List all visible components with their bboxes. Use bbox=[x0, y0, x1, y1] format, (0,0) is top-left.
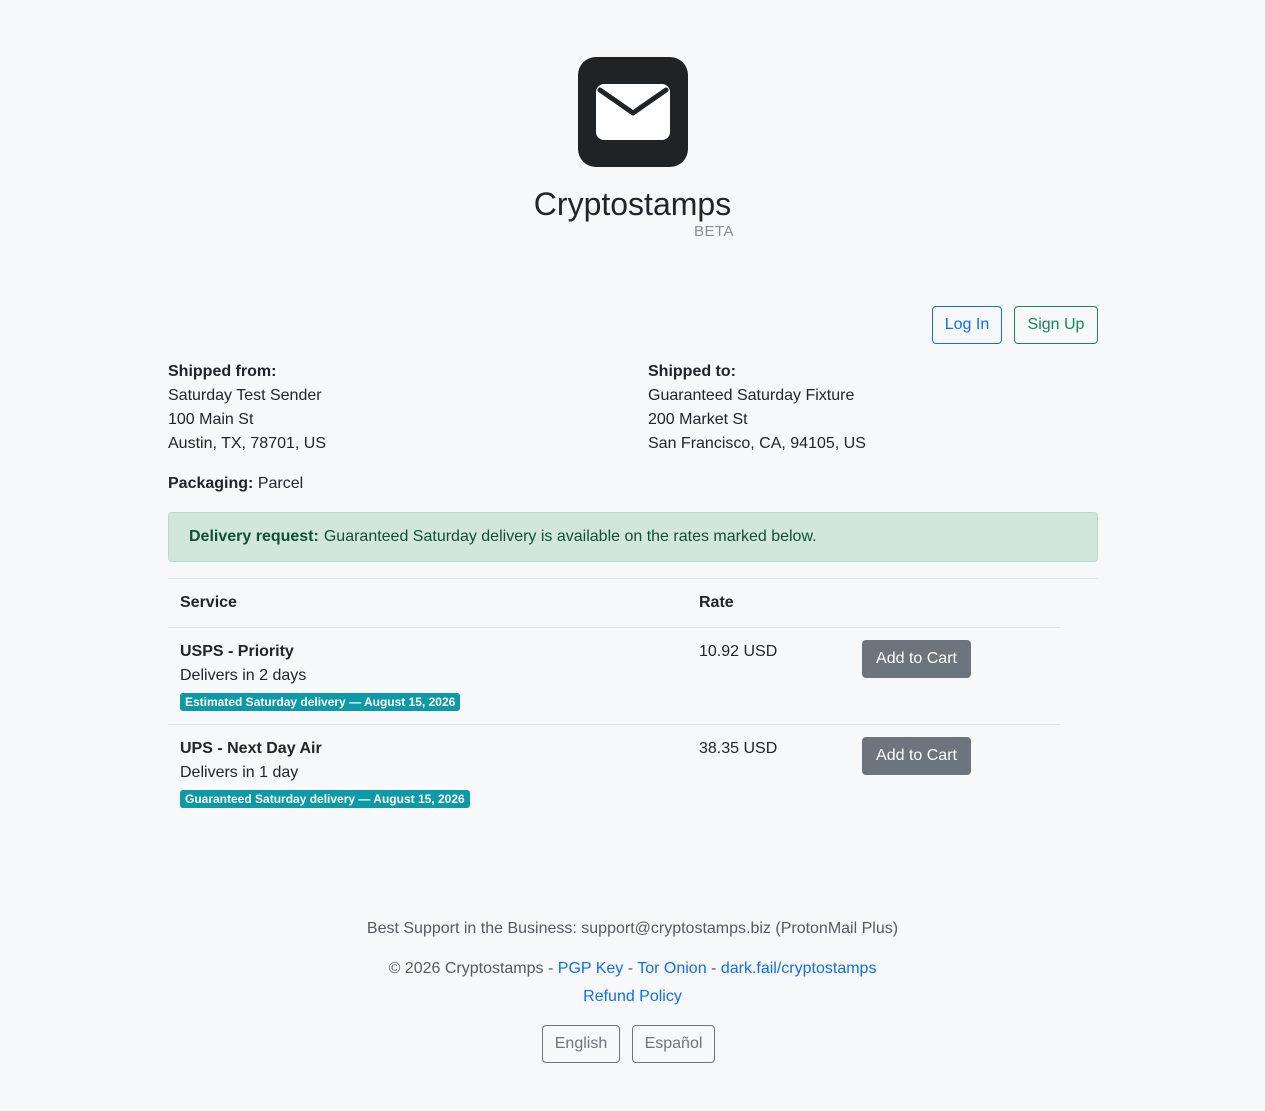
brand-title: Cryptostamps bbox=[533, 186, 732, 222]
footer-separator: - bbox=[711, 960, 717, 977]
shipped-to-address: Shipped to: Guaranteed Saturday Fixture … bbox=[648, 360, 866, 456]
service-eta: Delivers in 2 days bbox=[180, 667, 307, 684]
shipped-from-label: Shipped from: bbox=[168, 363, 277, 380]
sender-name: Saturday Test Sender bbox=[168, 387, 322, 404]
footer-separator: - bbox=[547, 960, 554, 977]
service-eta: Delivers in 1 day bbox=[180, 764, 299, 781]
language-english-button[interactable]: English bbox=[542, 1025, 620, 1063]
support-text: Best Support in the Business: support@cr… bbox=[366, 920, 899, 937]
refund-policy-link[interactable]: Refund Policy bbox=[583, 988, 682, 1005]
saturday-delivery-badge: Estimated Saturday delivery — August 15,… bbox=[180, 693, 461, 711]
rate-column-header: Rate bbox=[699, 594, 734, 611]
sender-city: Austin, TX, 78701, US bbox=[168, 435, 327, 452]
sender-street: 100 Main St bbox=[168, 411, 254, 428]
login-button[interactable]: Log In bbox=[932, 306, 1002, 344]
envelope-icon bbox=[596, 84, 670, 140]
pgp-key-link[interactable]: PGP Key bbox=[558, 960, 624, 977]
add-to-cart-button[interactable]: Add to Cart bbox=[862, 737, 971, 775]
darkfail-link[interactable]: dark.fail/cryptostamps bbox=[721, 960, 877, 977]
copyright-text: © 2026 Cryptostamps bbox=[388, 960, 544, 977]
recipient-name: Guaranteed Saturday Fixture bbox=[648, 387, 855, 404]
delivery-alert: Delivery request: Guaranteed Saturday de… bbox=[168, 512, 1098, 562]
recipient-street: 200 Market St bbox=[648, 411, 748, 428]
table-row-divider bbox=[168, 724, 1060, 725]
tor-onion-link[interactable]: Tor Onion bbox=[637, 960, 706, 977]
shipped-to-label: Shipped to: bbox=[648, 363, 736, 380]
add-to-cart-button[interactable]: Add to Cart bbox=[862, 640, 971, 678]
alert-label: Delivery request: bbox=[189, 528, 319, 545]
service-column-header: Service bbox=[180, 594, 237, 611]
saturday-delivery-badge: Guaranteed Saturday delivery — August 15… bbox=[180, 790, 470, 808]
table-header-divider bbox=[168, 627, 1060, 628]
footer-separator: - bbox=[627, 960, 634, 977]
service-name: USPS - Priority bbox=[180, 643, 294, 660]
packaging-label: Packaging: bbox=[168, 475, 254, 492]
signup-button[interactable]: Sign Up bbox=[1014, 306, 1098, 344]
service-name: UPS - Next Day Air bbox=[180, 740, 322, 757]
rate-value: 38.35 USD bbox=[699, 740, 778, 757]
logo bbox=[578, 57, 688, 167]
page: Cryptostamps BETA Log In Sign Up Shipped… bbox=[0, 0, 1265, 1111]
shipped-from-address: Shipped from: Saturday Test Sender 100 M… bbox=[168, 360, 326, 456]
footer-links: © 2026 Cryptostamps - PGP Key - Tor Onio… bbox=[0, 957, 1265, 981]
alert-text: Guaranteed Saturday delivery is availabl… bbox=[323, 528, 817, 545]
language-spanish-button[interactable]: Español bbox=[632, 1025, 715, 1063]
packaging-value: Parcel bbox=[257, 475, 304, 492]
packaging-info: Packaging: Parcel bbox=[168, 472, 303, 496]
rate-value: 10.92 USD bbox=[699, 643, 778, 660]
recipient-city: San Francisco, CA, 94105, US bbox=[648, 435, 866, 452]
refund-policy-row: Refund Policy bbox=[0, 985, 1265, 1009]
table-top-border bbox=[168, 578, 1098, 579]
beta-label: BETA bbox=[694, 223, 735, 240]
